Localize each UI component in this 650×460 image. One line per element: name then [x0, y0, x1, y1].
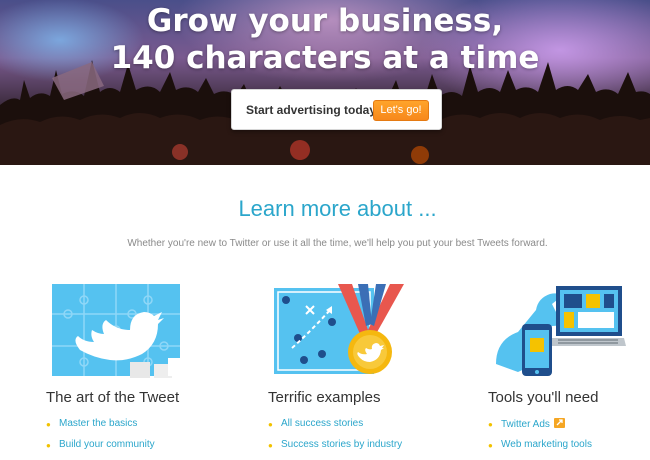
column-title: Tools you'll need [488, 389, 599, 406]
bullet-icon: ● [46, 420, 51, 429]
twitter-ads-link[interactable]: Twitter Ads [501, 419, 550, 430]
success-by-industry-link[interactable]: Success stories by industry [281, 439, 402, 450]
bullet-icon: ● [268, 441, 273, 450]
link-list: ● All success stories ● Success stories by… [268, 418, 402, 460]
column-tools: Tools you'll need ● Twitter Ads ● Web mark… [488, 270, 650, 450]
playbook-medal-icon [274, 284, 404, 374]
hero-title-line2: 140 characters at a time [110, 40, 540, 76]
master-basics-link[interactable]: Master the basics [59, 418, 137, 429]
list-item: ● Master the basics [46, 418, 155, 439]
column-art-of-tweet: The art of the Tweet ● Master the basics … [46, 270, 236, 450]
learn-more-subtitle: Whether you're new to Twitter or use it … [127, 238, 548, 249]
column-title: Terrific examples [268, 389, 381, 406]
web-marketing-tools-link[interactable]: Web marketing tools [501, 439, 592, 450]
list-item: ● Twitter Ads [488, 418, 592, 439]
all-success-stories-link[interactable]: All success stories [281, 418, 363, 429]
hero-title: Grow your business, 140 characters at a … [0, 3, 650, 77]
learn-more-heading: Learn more about ... [238, 196, 437, 221]
bullet-icon: ● [488, 420, 493, 429]
bullet-icon: ● [268, 420, 273, 429]
bullet-icon: ● [46, 441, 51, 450]
lets-go-button[interactable]: Let's go! [373, 100, 429, 121]
link-list: ● Master the basics ● Build your community [46, 418, 155, 460]
external-link-icon [553, 418, 565, 428]
puzzle-twitter-bird-icon [52, 284, 184, 378]
cta-box: Start advertising today Let's go! [231, 89, 442, 130]
link-list: ● Twitter Ads ● Web marketing tools [488, 418, 592, 460]
list-item: ● All success stories [268, 418, 402, 439]
hero-banner: Grow your business, 140 characters at a … [0, 0, 650, 165]
column-title: The art of the Tweet [46, 389, 180, 406]
cta-text: Start advertising today [246, 103, 377, 117]
column-terrific-examples: Terrific examples ● All success stories ●… [268, 270, 458, 450]
build-community-link[interactable]: Build your community [59, 439, 155, 450]
bullet-icon: ● [488, 441, 493, 450]
devices-wrench-icon [496, 286, 626, 376]
hero-title-line1: Grow your business, [146, 3, 504, 39]
